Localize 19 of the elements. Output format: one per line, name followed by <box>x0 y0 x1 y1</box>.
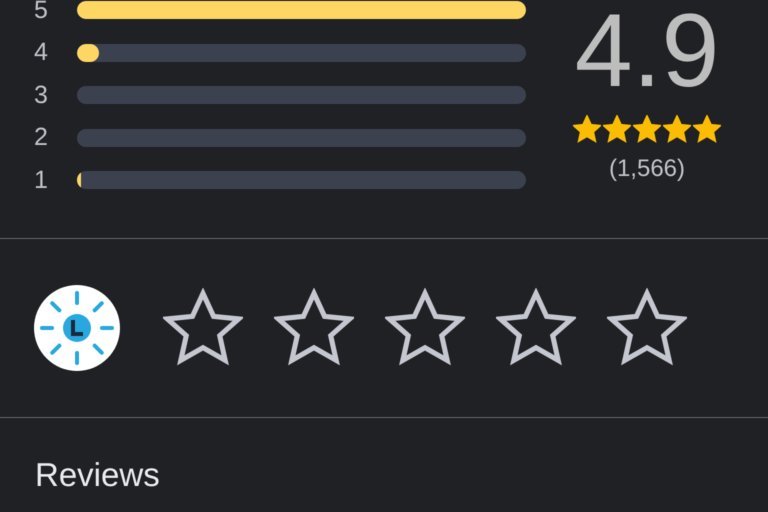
average-rating: 4.9 <box>574 3 720 99</box>
star-icon <box>603 115 631 143</box>
rating-label: 5 <box>34 0 49 25</box>
star-icon <box>633 115 661 143</box>
rating-label: 2 <box>34 123 49 152</box>
rating-label: 4 <box>34 38 49 68</box>
star-icon <box>573 115 601 143</box>
rating-count: (1,566) <box>608 155 686 183</box>
star-rating-button[interactable] <box>163 288 243 368</box>
app-logo-icon <box>34 285 120 371</box>
section-title: Reviews <box>34 455 161 494</box>
rating-label: 1 <box>34 166 49 195</box>
star-rating-button[interactable] <box>274 288 354 368</box>
star-icon <box>693 115 721 143</box>
rating-label: 3 <box>34 80 49 110</box>
star-rating-button[interactable] <box>385 288 465 368</box>
star-rating-button[interactable] <box>496 288 576 368</box>
star-icon <box>663 115 691 143</box>
star-rating-button[interactable] <box>607 288 687 368</box>
